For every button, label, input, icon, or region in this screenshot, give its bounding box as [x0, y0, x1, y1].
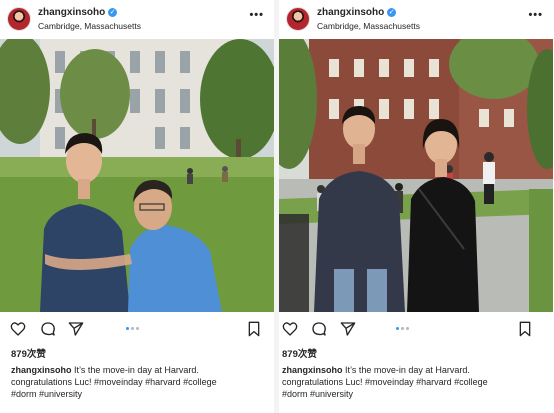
carousel-dot: [406, 327, 409, 330]
caption-username[interactable]: zhangxinsoho: [282, 365, 343, 375]
username-link[interactable]: zhangxinsoho ✓: [317, 7, 397, 18]
photo-mother-son-harvard-path: [279, 39, 553, 312]
carousel-dot-active: [126, 327, 129, 330]
heart-icon[interactable]: [10, 321, 26, 337]
carousel-dot: [401, 327, 404, 330]
location-link[interactable]: Cambridge, Massachusetts: [38, 21, 141, 31]
carousel-indicator: [126, 327, 141, 331]
bookmark-icon[interactable]: [246, 321, 262, 337]
post-photo[interactable]: [279, 39, 553, 312]
like-count[interactable]: 879次赞: [11, 346, 46, 360]
username-text[interactable]: zhangxinsoho: [317, 7, 384, 18]
profile-avatar[interactable]: [7, 7, 31, 31]
caption-line-1: It’s the move-in day at Harvard.: [345, 365, 470, 375]
comment-icon[interactable]: [311, 321, 327, 337]
carousel-dot: [136, 327, 139, 330]
username-link[interactable]: zhangxinsoho ✓: [38, 7, 118, 18]
post-caption: zhangxinsoho It’s the move-in day at Har…: [11, 364, 267, 400]
more-options-icon[interactable]: •••: [528, 9, 543, 21]
location-link[interactable]: Cambridge, Massachusetts: [317, 21, 420, 31]
instagram-post-right: zhangxinsoho ✓ Cambridge, Massachusetts •…: [279, 0, 553, 413]
post-photo[interactable]: [0, 39, 274, 312]
comment-icon[interactable]: [40, 321, 56, 337]
send-icon[interactable]: [340, 321, 356, 337]
caption-line-3: #dorm #university: [11, 389, 83, 399]
username-text[interactable]: zhangxinsoho: [38, 7, 105, 18]
verified-badge-icon: ✓: [387, 8, 397, 17]
heart-icon[interactable]: [282, 321, 298, 337]
more-options-icon[interactable]: •••: [249, 9, 264, 21]
post-actions-bar: [279, 318, 553, 340]
send-icon[interactable]: [68, 321, 84, 337]
caption-line-2: congratulations Luc! #moveinday #harvard…: [282, 377, 488, 387]
profile-avatar[interactable]: [286, 7, 310, 31]
photo-father-son-harvard-yard: [0, 39, 274, 312]
post-caption: zhangxinsoho It’s the move-in day at Har…: [282, 364, 538, 400]
carousel-dot-active: [396, 327, 399, 330]
carousel-dot: [131, 327, 134, 330]
like-count[interactable]: 879次赞: [282, 346, 317, 360]
post-actions-bar: [0, 318, 274, 340]
bookmark-icon[interactable]: [517, 321, 533, 337]
caption-line-1: It’s the move-in day at Harvard.: [74, 365, 199, 375]
caption-line-3: #dorm #university: [282, 389, 354, 399]
instagram-post-left: zhangxinsoho ✓ Cambridge, Massachusetts •…: [0, 0, 274, 413]
post-header: zhangxinsoho ✓ Cambridge, Massachusetts •…: [0, 0, 274, 38]
caption-username[interactable]: zhangxinsoho: [11, 365, 72, 375]
carousel-indicator: [396, 327, 411, 331]
caption-line-2: congratulations Luc! #moveinday #harvard…: [11, 377, 217, 387]
verified-badge-icon: ✓: [108, 8, 118, 17]
post-header: zhangxinsoho ✓ Cambridge, Massachusetts •…: [279, 0, 553, 38]
